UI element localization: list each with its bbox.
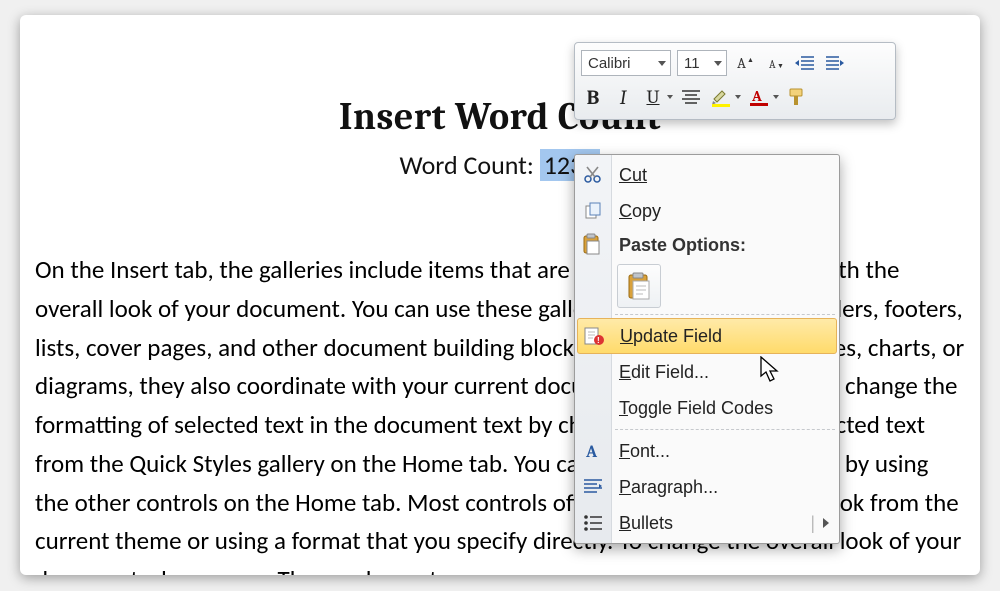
menu-item-toggle-field-codes[interactable]: Toggle Field Codes xyxy=(575,390,839,426)
menu-item-update-field[interactable]: ! Update Field xyxy=(577,318,837,354)
menu-label: Font... xyxy=(619,441,670,462)
dropdown-caret-icon[interactable] xyxy=(773,95,779,99)
context-menu: Cut Copy Paste Options: ! Update Field E… xyxy=(574,154,840,544)
menu-label: Update Field xyxy=(620,326,722,347)
menu-label: Bullets xyxy=(619,513,673,534)
highlight-icon xyxy=(710,87,732,107)
svg-text:A: A xyxy=(737,54,746,72)
svg-text:▼: ▼ xyxy=(777,63,784,70)
font-name-value: Calibri xyxy=(588,55,631,72)
menu-item-paragraph[interactable]: Paragraph... xyxy=(575,469,839,505)
menu-item-bullets[interactable]: Bullets | xyxy=(575,505,839,541)
menu-heading-paste-options: Paste Options: xyxy=(575,229,839,261)
menu-label: Edit Field... xyxy=(619,362,709,383)
menu-label: Paste Options: xyxy=(619,235,746,256)
dropdown-caret-icon xyxy=(658,61,666,66)
paste-options-row xyxy=(575,261,839,311)
italic-button[interactable]: I xyxy=(611,85,635,109)
font-size-select[interactable]: 11 xyxy=(677,50,727,76)
menu-item-font[interactable]: A Font... xyxy=(575,433,839,469)
bold-button[interactable]: B xyxy=(581,85,605,109)
font-color-button[interactable]: A xyxy=(747,85,771,109)
menu-label: Cut xyxy=(619,165,647,186)
dropdown-caret-icon xyxy=(714,61,722,66)
underline-button[interactable]: U xyxy=(641,85,665,109)
underline-icon: U xyxy=(646,86,659,108)
decrease-indent-button[interactable] xyxy=(793,51,817,75)
highlight-button[interactable] xyxy=(709,85,733,109)
shrink-font-button[interactable]: A▼ xyxy=(763,51,787,75)
menu-separator-vertical: | xyxy=(810,513,815,534)
menu-separator xyxy=(615,314,835,315)
increase-indent-button[interactable] xyxy=(823,51,847,75)
italic-icon: I xyxy=(620,86,627,109)
svg-text:▲: ▲ xyxy=(747,57,754,64)
font-size-value: 11 xyxy=(684,55,700,72)
font-color-icon: A xyxy=(748,87,770,107)
decrease-indent-icon xyxy=(795,55,815,71)
dropdown-caret-icon[interactable] xyxy=(735,95,741,99)
menu-item-cut[interactable]: Cut xyxy=(575,157,839,193)
format-painter-icon xyxy=(786,87,808,107)
paste-keep-source-button[interactable] xyxy=(617,264,661,308)
paste-icon xyxy=(581,233,605,257)
mini-toolbar: Calibri 11 A▲ A▼ B I U xyxy=(574,42,896,120)
align-center-button[interactable] xyxy=(679,85,703,109)
svg-text:!: ! xyxy=(597,336,600,345)
format-painter-button[interactable] xyxy=(785,85,809,109)
submenu-arrow-icon xyxy=(823,518,829,528)
clipboard-icon xyxy=(625,271,653,301)
menu-item-copy[interactable]: Copy xyxy=(575,193,839,229)
scissors-icon xyxy=(581,163,605,187)
svg-text:A: A xyxy=(769,58,776,71)
dropdown-caret-icon[interactable] xyxy=(667,95,673,99)
menu-label: Toggle Field Codes xyxy=(619,398,773,419)
update-field-icon: ! xyxy=(582,324,606,348)
svg-text:A: A xyxy=(585,443,598,461)
wordcount-label: Word Count: xyxy=(400,149,540,181)
copy-icon xyxy=(581,199,605,223)
increase-indent-icon xyxy=(825,55,845,71)
font-name-select[interactable]: Calibri xyxy=(581,50,671,76)
menu-separator xyxy=(615,429,835,430)
menu-label: Paragraph... xyxy=(619,477,718,498)
mouse-cursor-icon xyxy=(760,356,782,384)
svg-text:A: A xyxy=(751,87,762,105)
menu-label: Copy xyxy=(619,201,661,222)
menu-item-edit-field[interactable]: Edit Field... xyxy=(575,354,839,390)
font-dialog-icon: A xyxy=(581,439,605,463)
align-center-icon xyxy=(682,90,700,104)
paragraph-dialog-icon xyxy=(581,475,605,499)
bold-icon: B xyxy=(587,86,600,109)
grow-font-button[interactable]: A▲ xyxy=(733,51,757,75)
bullets-icon xyxy=(581,511,605,535)
